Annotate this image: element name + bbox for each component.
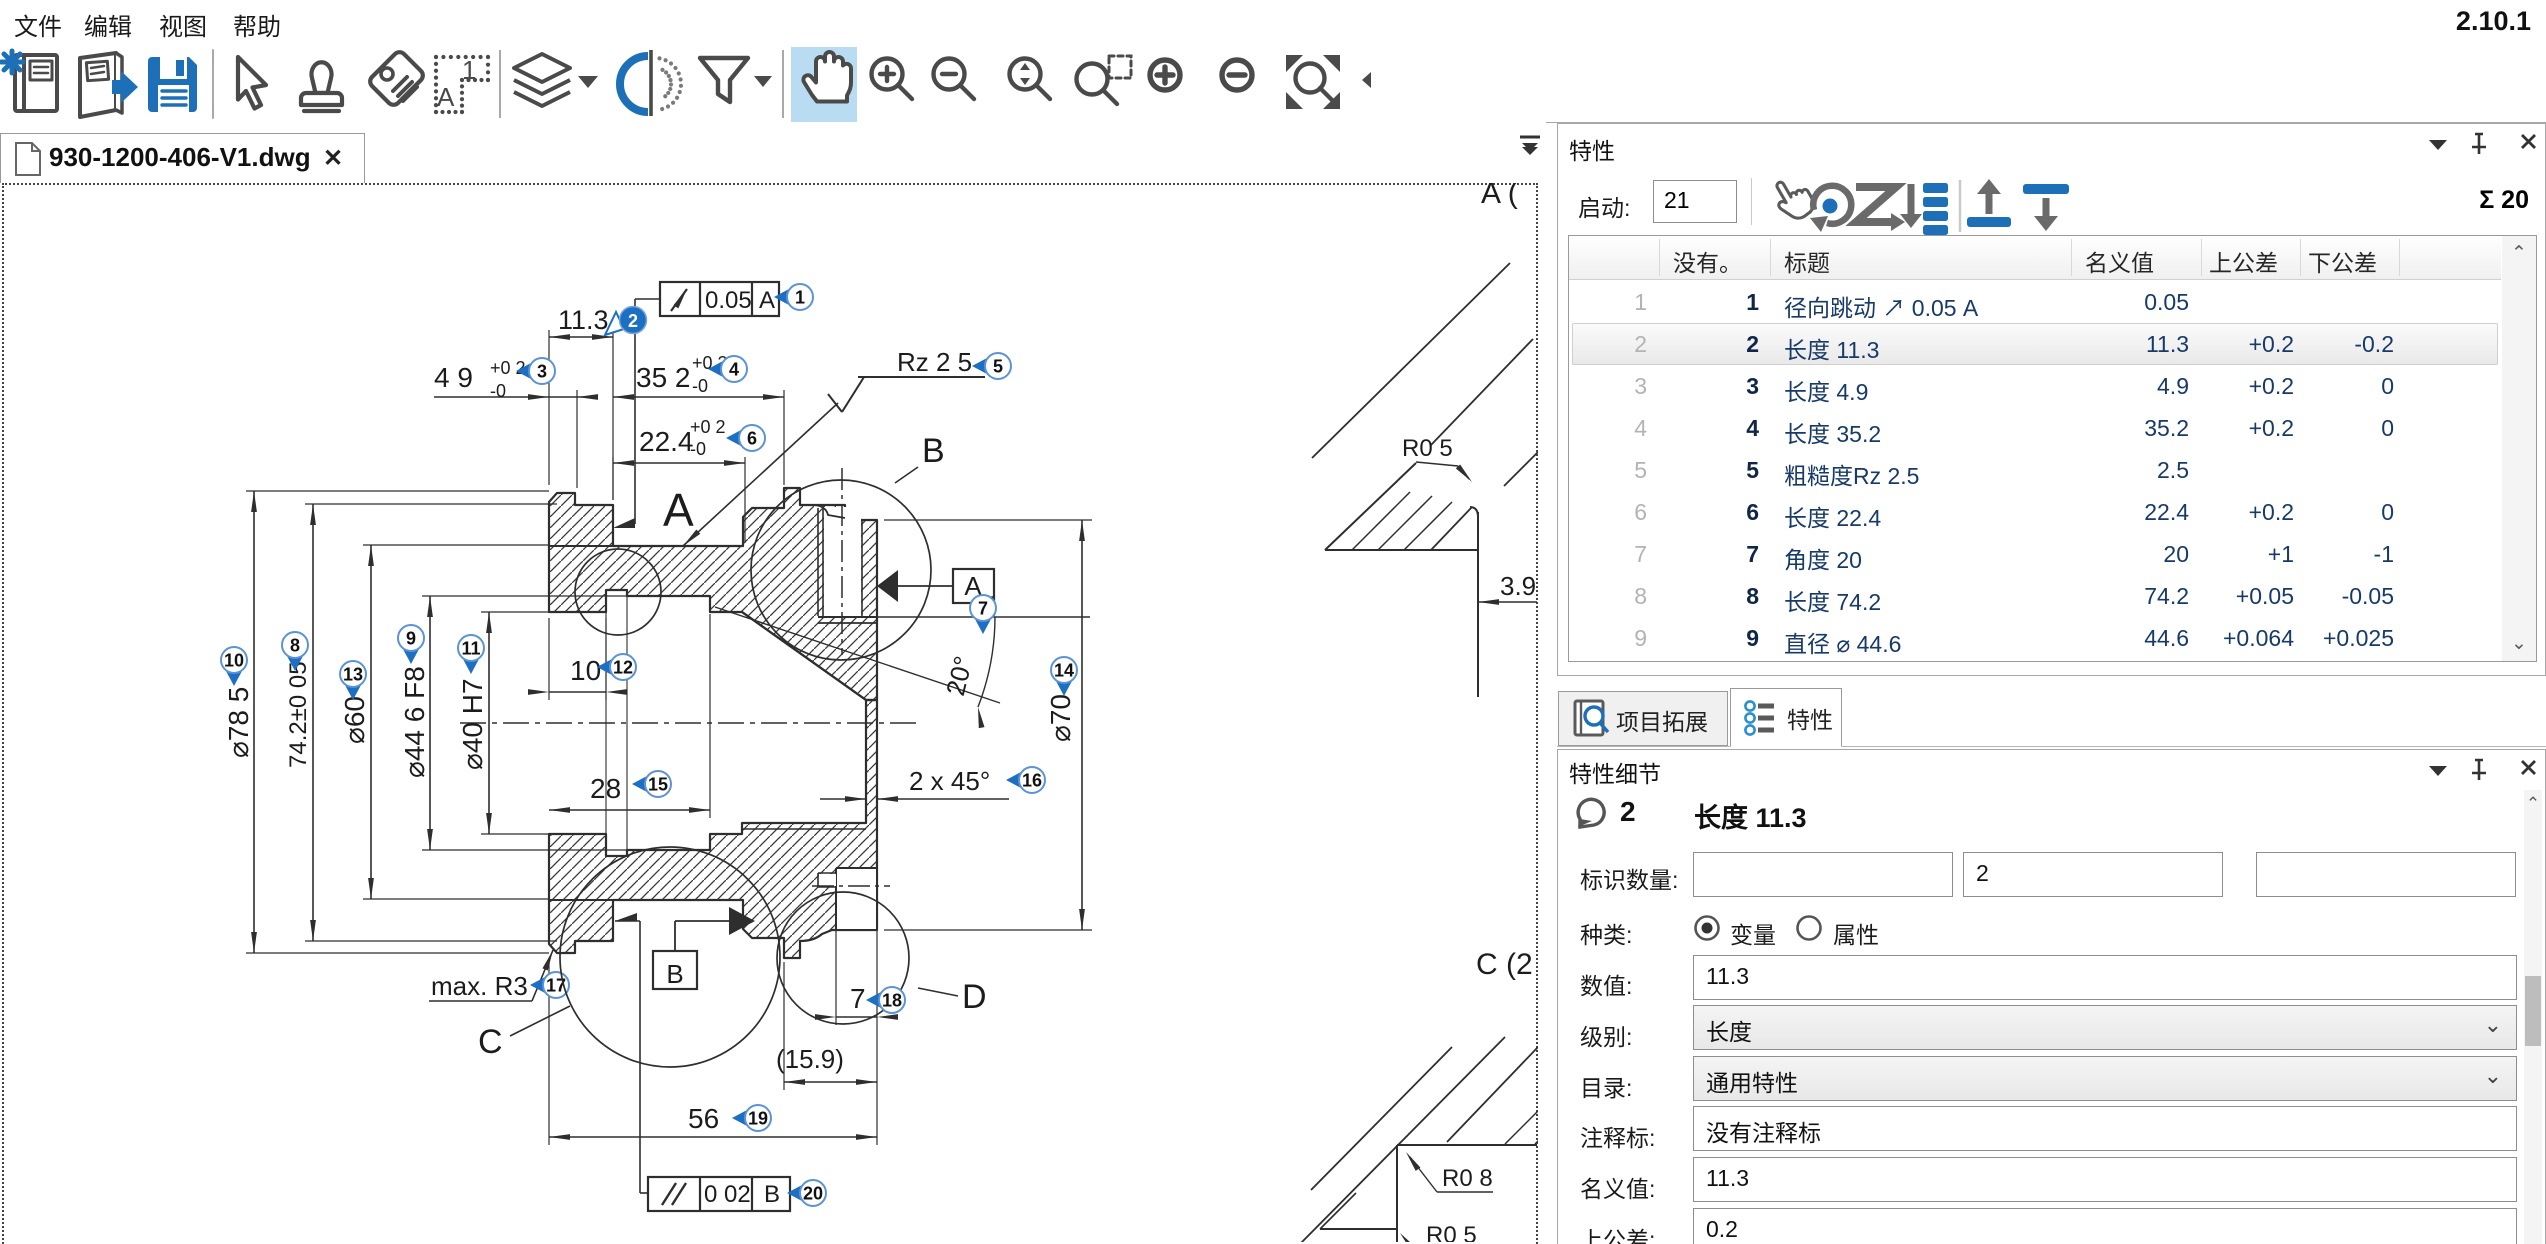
svg-text:11: 11	[461, 639, 480, 659]
svg-text:2: 2	[628, 311, 638, 331]
svg-text:20°: 20°	[940, 653, 979, 698]
svg-text:max. R3: max. R3	[431, 971, 528, 1001]
svg-text:14: 14	[1054, 661, 1074, 681]
svg-text:R0 5: R0 5	[1402, 435, 1453, 462]
svg-text:15: 15	[648, 775, 668, 795]
svg-text:A: A	[437, 82, 455, 112]
svg-text:16: 16	[1022, 771, 1042, 791]
svg-text:12: 12	[613, 658, 633, 678]
svg-text:9: 9	[406, 629, 416, 649]
svg-text:8: 8	[290, 636, 300, 656]
svg-text:1: 1	[795, 288, 805, 308]
svg-text:A: A	[663, 484, 694, 536]
svg-text:C: C	[478, 1023, 503, 1061]
svg-text:-0: -0	[690, 439, 706, 459]
svg-text:B: B	[764, 1181, 780, 1208]
svg-text:⌀70: ⌀70	[1045, 694, 1076, 742]
svg-text:3.9: 3.9	[1500, 571, 1536, 601]
svg-text:22.4: 22.4	[639, 426, 694, 457]
svg-text:74.2±0 05: 74.2±0 05	[285, 661, 312, 768]
svg-text:⌀78 5: ⌀78 5	[223, 687, 254, 758]
svg-text:R0 8: R0 8	[1442, 1165, 1493, 1192]
svg-text:5: 5	[993, 357, 1003, 377]
svg-text:-0: -0	[692, 376, 708, 396]
svg-text:⌀60: ⌀60	[339, 696, 370, 744]
svg-text:2 x 45°: 2 x 45°	[909, 766, 990, 796]
svg-text:6: 6	[747, 429, 757, 449]
svg-text:35 2: 35 2	[636, 362, 691, 393]
svg-text:10: 10	[224, 651, 244, 671]
svg-text:R0 5: R0 5	[1426, 1222, 1477, 1242]
svg-text:0.05: 0.05	[705, 287, 752, 314]
svg-text:⌀40 H7: ⌀40 H7	[457, 678, 488, 770]
svg-text:B: B	[922, 432, 945, 470]
svg-text:+0 2: +0 2	[690, 417, 726, 437]
svg-text:A: A	[759, 287, 775, 314]
svg-text:7: 7	[850, 983, 866, 1014]
svg-text:0 02: 0 02	[704, 1181, 751, 1208]
svg-text:C (2: C (2	[1476, 948, 1533, 981]
svg-text:D: D	[962, 978, 987, 1016]
svg-text:B: B	[666, 959, 683, 989]
svg-text:Rz 2 5: Rz 2 5	[897, 347, 972, 377]
svg-text:56: 56	[688, 1103, 719, 1134]
svg-text:+0 2: +0 2	[490, 358, 526, 378]
svg-text:4 9: 4 9	[434, 362, 473, 393]
svg-text:20: 20	[803, 1184, 823, 1204]
svg-text:10: 10	[570, 655, 601, 686]
svg-text:A (: A (	[1481, 183, 1518, 210]
svg-text:1: 1	[462, 55, 476, 85]
svg-text:-0: -0	[490, 381, 506, 401]
svg-text:4: 4	[729, 360, 739, 380]
svg-text:13: 13	[343, 665, 363, 685]
svg-text:28: 28	[590, 773, 621, 804]
svg-text:(15.9): (15.9)	[776, 1044, 844, 1074]
svg-text:3: 3	[537, 362, 547, 382]
svg-text:19: 19	[748, 1109, 768, 1129]
svg-text:7: 7	[978, 599, 988, 619]
svg-text:11.3: 11.3	[558, 305, 609, 335]
svg-text:18: 18	[882, 991, 902, 1011]
svg-text:⌀44 6 F8: ⌀44 6 F8	[399, 666, 430, 778]
